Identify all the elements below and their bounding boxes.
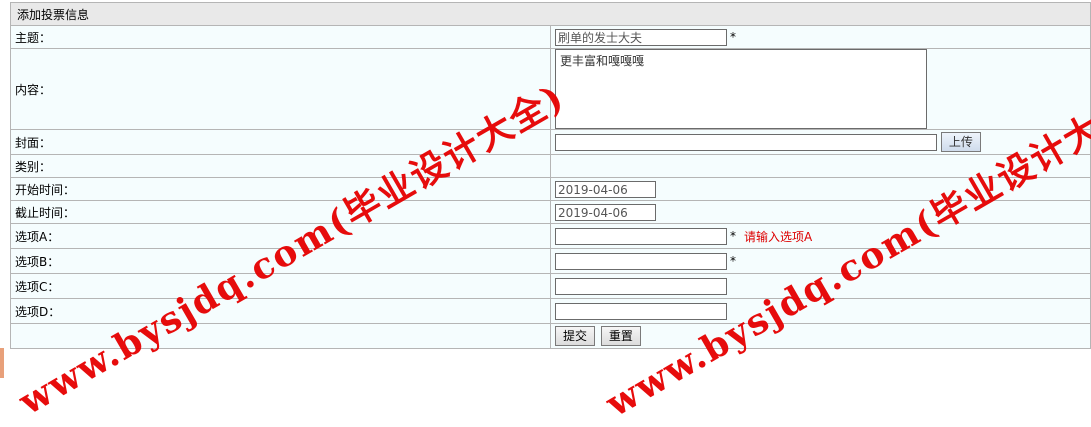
- reset-button[interactable]: 重置: [600, 326, 641, 346]
- form-header-row: 添加投票信息: [10, 2, 1091, 26]
- option-a-label: 选项A：: [10, 223, 551, 249]
- cover-label: 封面：: [10, 129, 551, 155]
- cover-input[interactable]: [555, 133, 937, 151]
- option-b-required-mark: *: [730, 254, 736, 268]
- end-time-row: 截止时间： 2019-04-06: [10, 200, 1091, 224]
- subject-required-mark: *: [730, 30, 736, 44]
- subject-row: 主题： 刷单的发士大夫 *: [10, 25, 1091, 49]
- option-a-row: 选项A： * 请输入选项A: [10, 223, 1091, 249]
- content-textarea[interactable]: 更丰富和嘎嘎嘎: [555, 49, 927, 129]
- form-title: 添加投票信息: [10, 2, 1091, 26]
- cover-row: 封面： 上传: [10, 129, 1091, 155]
- option-a-error-message: 请输入选项A: [744, 229, 813, 244]
- option-b-row: 选项B： *: [10, 248, 1091, 274]
- actions-spacer: [10, 323, 551, 349]
- content-label: 内容：: [10, 48, 551, 130]
- subject-label: 主题：: [10, 25, 551, 49]
- option-d-label: 选项D：: [10, 298, 551, 324]
- option-d-row: 选项D：: [10, 298, 1091, 324]
- option-c-label: 选项C：: [10, 273, 551, 299]
- content-row: 内容： 更丰富和嘎嘎嘎: [10, 48, 1091, 130]
- category-value: [550, 154, 1091, 178]
- option-d-input[interactable]: [555, 302, 727, 320]
- actions-row: 提交 重置: [10, 323, 1091, 349]
- option-c-input[interactable]: [555, 277, 727, 295]
- option-a-input[interactable]: [555, 227, 727, 245]
- vote-form: 添加投票信息 主题： 刷单的发士大夫 * 内容： 更丰富和嘎嘎嘎 封面： 上传 类…: [10, 2, 1091, 374]
- start-time-input[interactable]: 2019-04-06: [555, 180, 656, 198]
- option-b-input[interactable]: [555, 252, 727, 270]
- submit-button[interactable]: 提交: [555, 326, 596, 346]
- end-time-label: 截止时间：: [10, 200, 551, 224]
- subject-input[interactable]: 刷单的发士大夫: [555, 28, 727, 46]
- form-table: 添加投票信息 主题： 刷单的发士大夫 * 内容： 更丰富和嘎嘎嘎 封面： 上传 类…: [10, 2, 1091, 349]
- option-a-required-mark: *: [730, 229, 736, 243]
- option-c-row: 选项C：: [10, 273, 1091, 299]
- category-label: 类别：: [10, 154, 551, 178]
- end-time-input[interactable]: 2019-04-06: [555, 203, 656, 221]
- start-time-row: 开始时间： 2019-04-06: [10, 177, 1091, 201]
- upload-button[interactable]: 上传: [940, 132, 981, 152]
- category-row: 类别：: [10, 154, 1091, 178]
- option-b-label: 选项B：: [10, 248, 551, 274]
- left-edge-marker: [0, 348, 4, 378]
- start-time-label: 开始时间：: [10, 177, 551, 201]
